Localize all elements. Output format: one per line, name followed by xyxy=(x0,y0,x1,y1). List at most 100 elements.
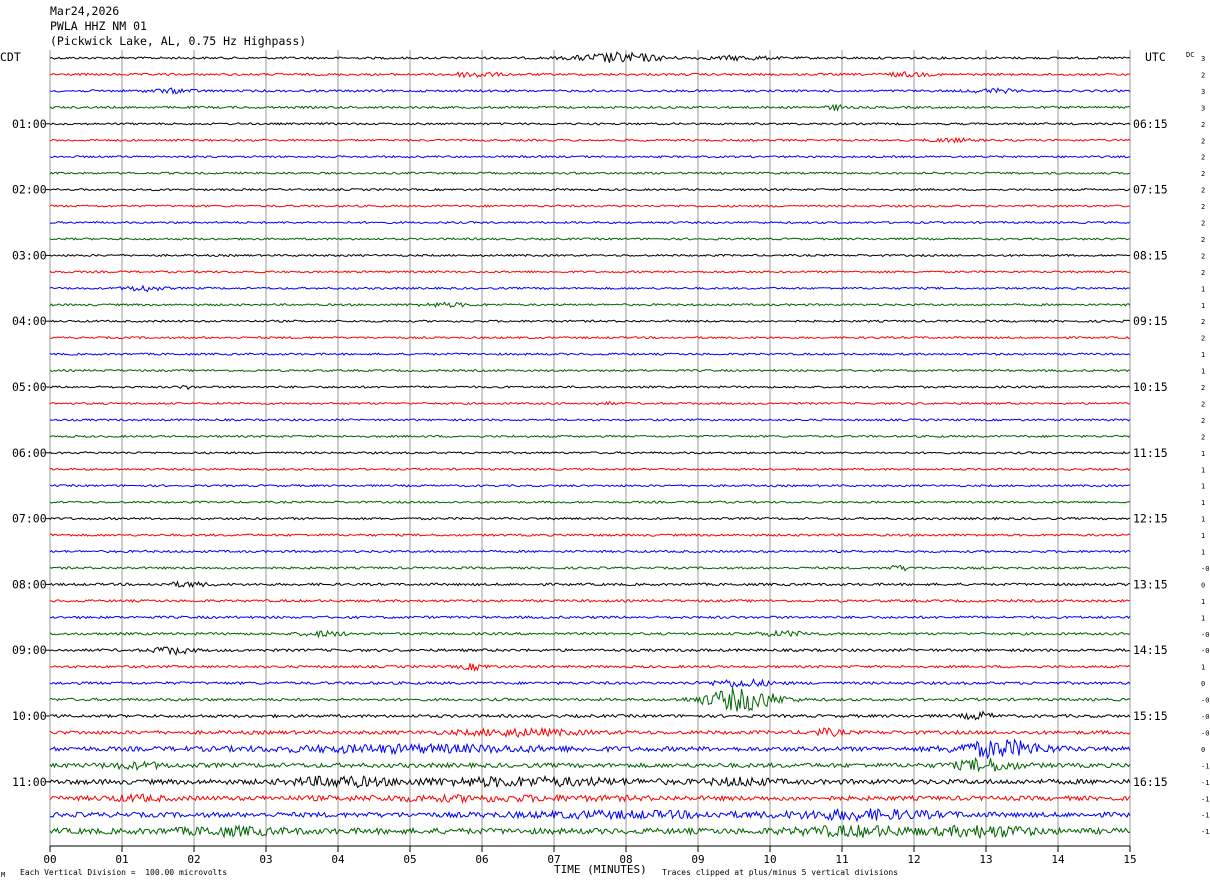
dc-offset-4: 2 xyxy=(1201,121,1205,129)
right-hour-label-1415: 14:15 xyxy=(1133,643,1168,657)
left-hour-label-0600: 06:00 xyxy=(12,446,47,460)
left-hour-label-1100: 11:00 xyxy=(12,775,47,789)
dc-offset-19: 1 xyxy=(1201,368,1205,376)
trace-line-12 xyxy=(49,253,1131,258)
trace-line-7 xyxy=(49,171,1131,175)
left-hour-label-0500: 05:00 xyxy=(12,380,47,394)
x-tick-label-02: 02 xyxy=(187,853,200,866)
trace-line-21 xyxy=(49,400,1131,406)
scale-note: Each Vertical Division = 100.00 microvol… xyxy=(20,868,228,877)
dc-offset-28: 1 xyxy=(1201,516,1205,524)
x-tick-label-10: 10 xyxy=(763,853,776,866)
dc-offset-12: 2 xyxy=(1201,252,1205,260)
dc-offset-26: 1 xyxy=(1201,483,1205,491)
trace-line-28 xyxy=(49,516,1131,521)
dc-offset-42: 0 xyxy=(1201,746,1205,754)
trace-line-32 xyxy=(49,580,1130,588)
trace-line-20 xyxy=(49,384,1131,391)
dc-offset-38: 0 xyxy=(1201,680,1205,688)
trace-line-11 xyxy=(49,237,1131,241)
dc-offset-44: -1 xyxy=(1201,779,1209,787)
dc-offset-16: 2 xyxy=(1201,318,1205,326)
dc-offset-1: 2 xyxy=(1201,71,1205,79)
x-tick-label-15: 15 xyxy=(1123,853,1136,866)
right-hour-label-1215: 12:15 xyxy=(1133,512,1168,526)
dc-offset-14: 1 xyxy=(1201,285,1205,293)
dc-offset-40: -0 xyxy=(1201,713,1209,721)
trace-line-27 xyxy=(49,500,1131,504)
trace-line-45 xyxy=(49,792,1131,805)
x-tick-label-04: 04 xyxy=(331,853,345,866)
dc-offset-20: 2 xyxy=(1201,384,1205,392)
trace-line-47 xyxy=(49,824,1131,839)
dc-offset-37: 1 xyxy=(1201,664,1205,672)
dc-offset-22: 2 xyxy=(1201,417,1205,425)
trace-line-39 xyxy=(49,687,1131,712)
trace-line-46 xyxy=(49,808,1131,823)
left-hour-label-0300: 03:00 xyxy=(12,248,47,262)
dc-offset-46: -1 xyxy=(1201,812,1209,820)
trace-line-31 xyxy=(49,564,1131,572)
dc-offset-21: 2 xyxy=(1201,400,1205,408)
x-tick-label-12: 12 xyxy=(907,853,920,866)
dc-offset-18: 1 xyxy=(1201,351,1205,359)
dc-offset-39: -0 xyxy=(1201,697,1209,705)
trace-line-16 xyxy=(49,319,1131,323)
trace-line-19 xyxy=(49,368,1130,373)
dc-offset-30: 1 xyxy=(1201,549,1205,557)
right-hour-label-1315: 13:15 xyxy=(1133,577,1168,591)
trace-line-13 xyxy=(49,270,1131,274)
trace-line-2 xyxy=(49,87,1131,95)
right-hour-label-0815: 08:15 xyxy=(1133,248,1168,262)
dc-offset-3: 3 xyxy=(1201,104,1205,112)
trace-line-30 xyxy=(49,549,1131,554)
right-hour-label-1115: 11:15 xyxy=(1133,446,1168,460)
trace-line-6 xyxy=(49,154,1131,159)
x-axis-label: TIME (MINUTES) xyxy=(554,863,647,876)
trace-line-0 xyxy=(49,51,1131,63)
dc-offset-17: 2 xyxy=(1201,335,1205,343)
right-hour-label-1015: 10:15 xyxy=(1133,380,1168,394)
dc-offset-15: 1 xyxy=(1201,302,1205,310)
dc-offset-27: 1 xyxy=(1201,499,1205,507)
trace-line-42 xyxy=(49,738,1131,760)
dc-offset-8: 2 xyxy=(1201,187,1205,195)
dc-offset-23: 2 xyxy=(1201,433,1205,441)
left-hour-label-1000: 10:00 xyxy=(12,709,47,723)
corner-mark: M xyxy=(1,871,6,879)
dc-offset-9: 2 xyxy=(1201,203,1205,211)
x-tick-label-11: 11 xyxy=(835,853,848,866)
dc-offset-2: 3 xyxy=(1201,88,1205,96)
trace-line-5 xyxy=(49,136,1131,144)
left-hour-label-0800: 08:00 xyxy=(12,577,47,591)
dc-header: DC xyxy=(1186,51,1194,59)
trace-line-1 xyxy=(49,71,1131,79)
dc-offset-5: 2 xyxy=(1201,137,1205,145)
trace-line-9 xyxy=(49,204,1131,208)
dc-offset-6: 2 xyxy=(1201,154,1205,162)
dc-offset-36: -0 xyxy=(1201,647,1209,655)
dc-offset-11: 2 xyxy=(1201,236,1205,244)
x-tick-label-01: 01 xyxy=(115,853,128,866)
left-hour-label-0900: 09:00 xyxy=(12,643,47,657)
trace-line-8 xyxy=(49,187,1131,192)
dc-offset-25: 1 xyxy=(1201,466,1205,474)
trace-line-25 xyxy=(49,467,1131,471)
x-tick-label-13: 13 xyxy=(979,853,992,866)
dc-offset-13: 2 xyxy=(1201,269,1205,277)
trace-line-40 xyxy=(49,710,1131,721)
x-tick-label-06: 06 xyxy=(475,853,488,866)
dc-offset-41: -0 xyxy=(1201,729,1209,737)
trace-line-17 xyxy=(49,335,1131,340)
trace-line-33 xyxy=(50,598,1131,604)
trace-line-36 xyxy=(49,646,1131,657)
trace-line-34 xyxy=(49,615,1131,620)
clip-note: Traces clipped at plus/minus 5 vertical … xyxy=(662,868,899,877)
right-hour-label-0715: 07:15 xyxy=(1133,183,1168,197)
trace-line-35 xyxy=(49,629,1131,639)
trace-line-41 xyxy=(49,726,1131,739)
dc-offset-43: -1 xyxy=(1201,762,1209,770)
trace-line-4 xyxy=(49,122,1131,126)
x-tick-label-09: 09 xyxy=(691,853,704,866)
left-hour-label-0100: 01:00 xyxy=(12,117,47,131)
